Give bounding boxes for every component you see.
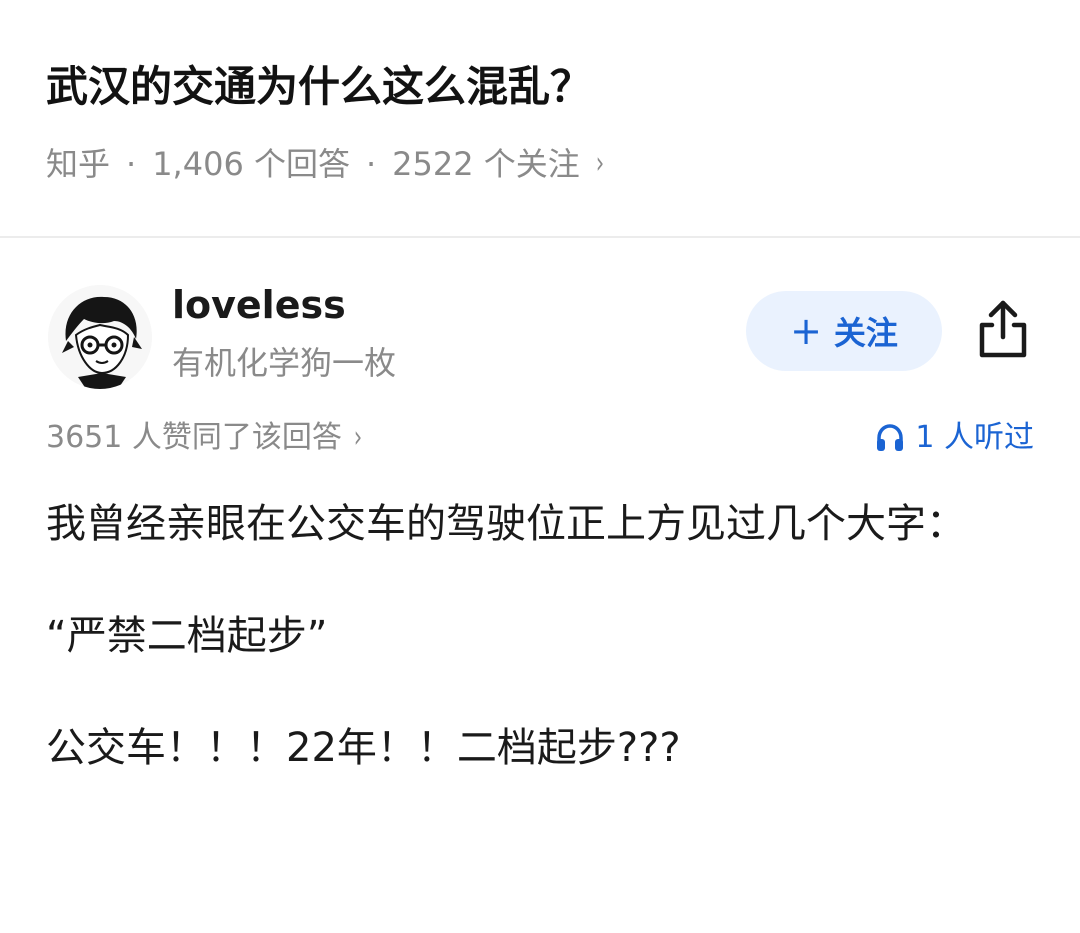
listen-text: 1 人听过 <box>915 420 1034 455</box>
question-header: 武汉的交通为什么这么混乱？ 知乎 · 1,406 个回答 · 2522 个关注 … <box>46 52 1040 186</box>
chevron-right-icon: › <box>595 146 604 181</box>
answer-content[interactable]: 我曾经亲眼在公交车的驾驶位正上方见过几个大字： “严禁二档起步” 公交车！！！2… <box>46 488 1034 824</box>
section-divider <box>0 236 1080 238</box>
source-label: 知乎 <box>46 145 111 183</box>
meta-separator: · <box>126 145 137 183</box>
meta-separator: · <box>365 145 377 183</box>
avatar-icon <box>48 285 152 389</box>
listen-count[interactable]: 1 人听过 <box>875 414 1034 462</box>
author-bio: 有机化学狗一枚 <box>172 344 397 382</box>
author-name[interactable]: loveless <box>172 283 346 327</box>
agree-count[interactable]: 3651 人赞同了该回答 › <box>46 414 364 462</box>
share-icon <box>979 300 1027 358</box>
headphones-icon <box>877 424 904 451</box>
answer-count: 1,406 个回答 <box>152 145 350 183</box>
avatar[interactable] <box>48 285 152 389</box>
follow-label: 关注 <box>833 314 898 352</box>
content-paragraph: 公交车！！！22年！！二档起步??? <box>46 725 681 771</box>
plus-icon: + <box>790 309 822 353</box>
question-title[interactable]: 武汉的交通为什么这么混乱？ <box>46 52 1040 122</box>
agree-text: 3651 人赞同了该回答 <box>46 420 342 455</box>
question-meta[interactable]: 知乎 · 1,406 个回答 · 2522 个关注 › <box>46 142 1040 186</box>
follower-count: 2522 个关注 <box>392 145 580 183</box>
content-paragraph: “严禁二档起步” <box>46 613 328 659</box>
content-paragraph: 我曾经亲眼在公交车的驾驶位正上方见过几个大字： <box>46 501 966 547</box>
chevron-right-icon: › <box>353 420 363 455</box>
share-button[interactable] <box>976 297 1030 361</box>
follow-button[interactable]: + 关注 <box>746 291 942 371</box>
answer-stats: 3651 人赞同了该回答 › 1 人听过 <box>46 414 1034 462</box>
author-row: loveless 有机化学狗一枚 + 关注 <box>48 283 1048 393</box>
